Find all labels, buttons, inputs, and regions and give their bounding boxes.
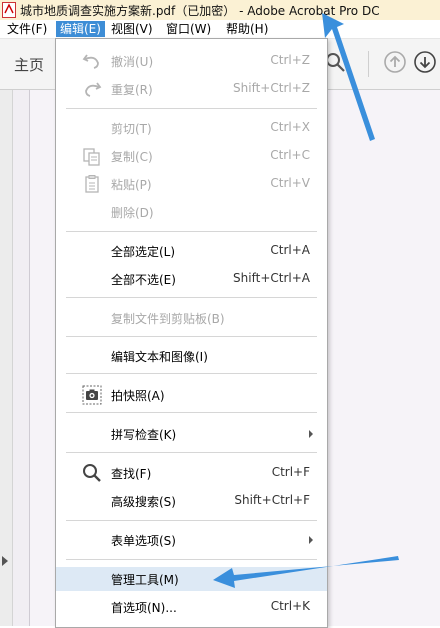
undo-icon	[82, 54, 99, 69]
menu-view[interactable]: 视图(V)	[107, 21, 157, 37]
menu-separator	[66, 297, 317, 298]
menu-item-advanced-search[interactable]: 高级搜索(S) Shift+Ctrl+F	[56, 489, 327, 513]
menu-item-preferences[interactable]: 首选项(N)... Ctrl+K	[56, 595, 327, 619]
pdf-file-icon	[2, 2, 16, 18]
expand-pane-icon[interactable]	[2, 556, 8, 566]
menu-window[interactable]: 窗口(W)	[162, 21, 215, 37]
search-icon[interactable]	[326, 53, 346, 73]
menu-separator	[66, 373, 317, 374]
menu-item-manage-tools[interactable]: 管理工具(M)	[56, 567, 327, 591]
window-title: 城市地质调查实施方案新.pdf（已加密） - Adobe Acrobat Pro…	[20, 4, 380, 18]
title-bar: 城市地质调查实施方案新.pdf（已加密） - Adobe Acrobat Pro…	[0, 0, 440, 20]
menu-item-paste[interactable]: 粘贴(P) Ctrl+V	[56, 172, 327, 196]
submenu-arrow-icon	[309, 536, 313, 544]
navigation-pane-collapsed[interactable]	[0, 90, 13, 626]
menu-file[interactable]: 文件(F)	[3, 21, 51, 37]
menu-separator	[66, 452, 317, 453]
previous-page-icon[interactable]	[384, 51, 406, 73]
search-icon	[83, 464, 101, 482]
menu-item-cut[interactable]: 剪切(T) Ctrl+X	[56, 116, 327, 140]
menu-item-undo[interactable]: 撤消(U) Ctrl+Z	[56, 49, 327, 73]
paste-icon	[85, 175, 99, 193]
menu-item-spell-check[interactable]: 拼写检查(K)	[56, 422, 327, 446]
menu-help[interactable]: 帮助(H)	[222, 21, 272, 37]
copy-icon	[83, 148, 100, 166]
menu-item-find[interactable]: 查找(F) Ctrl+F	[56, 461, 327, 485]
menu-item-copy[interactable]: 复制(C) Ctrl+C	[56, 144, 327, 168]
toolbar-separator	[368, 51, 369, 77]
menu-separator	[66, 520, 317, 521]
edit-menu-dropdown: 撤消(U) Ctrl+Z 重复(R) Shift+Ctrl+Z 剪切(T) Ct…	[55, 38, 328, 628]
menu-separator	[66, 108, 317, 109]
menu-item-snapshot[interactable]: 拍快照(A)	[56, 383, 327, 407]
menu-item-delete[interactable]: 删除(D)	[56, 200, 327, 224]
menu-item-redo[interactable]: 重复(R) Shift+Ctrl+Z	[56, 77, 327, 101]
menu-separator	[66, 412, 317, 413]
submenu-arrow-icon	[309, 430, 313, 438]
menu-item-deselect-all[interactable]: 全部不选(E) Shift+Ctrl+A	[56, 267, 327, 291]
menu-separator	[66, 336, 317, 337]
next-page-icon[interactable]	[414, 51, 436, 73]
redo-icon	[85, 82, 102, 97]
menu-item-copy-file-to-clipboard[interactable]: 复制文件到剪贴板(B)	[56, 306, 327, 330]
home-tab[interactable]: 主页	[14, 54, 44, 75]
menu-bar: 文件(F) 编辑(E) 视图(V) 窗口(W) 帮助(H)	[0, 20, 440, 39]
menu-separator	[66, 559, 317, 560]
menu-edit[interactable]: 编辑(E)	[56, 21, 105, 37]
menu-separator	[66, 231, 317, 232]
camera-icon	[82, 385, 102, 405]
menu-item-select-all[interactable]: 全部选定(L) Ctrl+A	[56, 239, 327, 263]
menu-item-edit-text-images[interactable]: 编辑文本和图像(I)	[56, 344, 327, 368]
menu-item-form-options[interactable]: 表单选项(S)	[56, 528, 327, 552]
